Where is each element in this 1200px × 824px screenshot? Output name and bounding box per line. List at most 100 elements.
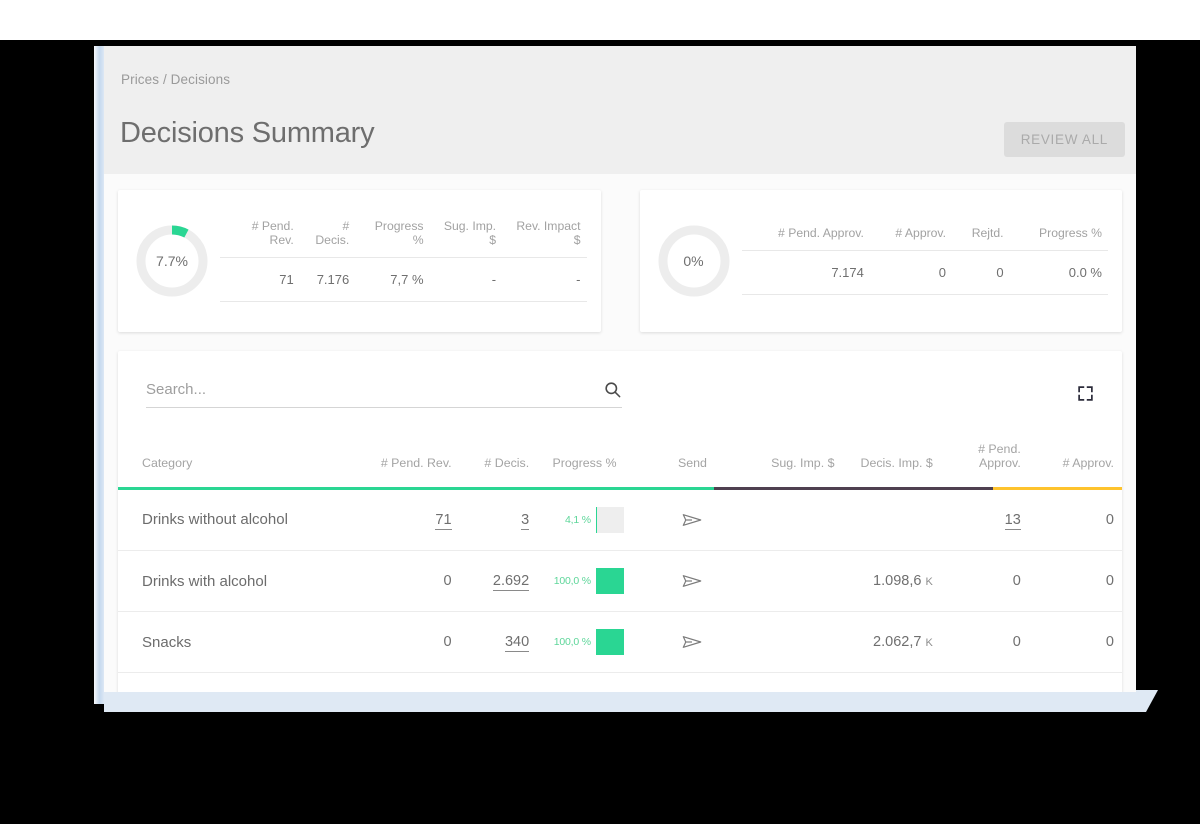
cell-decis: 2.692 — [459, 550, 538, 613]
review-all-button[interactable]: REVIEW ALL — [1003, 122, 1125, 157]
table-row-partial[interactable] — [118, 672, 1122, 692]
breadcrumb[interactable]: Prices / Decisions — [120, 72, 1104, 87]
progress-percent-label: 100,0 % — [553, 636, 591, 649]
panel-bottom-edge — [104, 690, 1158, 712]
col-decis[interactable]: # Decis. — [460, 424, 538, 487]
col-approv[interactable]: # Approv. — [1029, 424, 1122, 487]
cell-pend-rev: 0 — [340, 550, 460, 613]
fullscreen-icon[interactable] — [1071, 379, 1100, 408]
search-icon[interactable] — [603, 380, 622, 399]
cell-pend-approv: 0 — [940, 611, 1029, 674]
unit-label: K — [925, 576, 933, 589]
col-sug-imp: Sug. Imp. $ — [443, 219, 497, 247]
review-donut-label: 7.7% — [156, 253, 188, 269]
numeric-value: 2.062,7 — [873, 634, 922, 651]
col-pend-rev[interactable]: # Pend. Rev. — [341, 424, 460, 487]
col-rejtd: Rejtd. — [971, 226, 1004, 241]
cell-progress: 100,0 % — [537, 550, 646, 613]
value-progress: 7,7 % — [355, 256, 430, 302]
cell-sug-imp — [738, 489, 843, 552]
cell-pend-approv: 13 — [940, 489, 1029, 552]
screenshot-stage: Prices / Decisions Decisions Summary REV… — [0, 0, 1200, 824]
numeric-value: 0 — [1012, 634, 1021, 651]
numeric-link[interactable]: 2.692 — [492, 573, 530, 592]
table-row: 7.174 0 0 0.0 % — [741, 249, 1108, 295]
progress-bar — [595, 568, 624, 595]
review-donut-wrap: 7.7% — [124, 223, 220, 299]
cell-pend-rev: 71 — [340, 489, 460, 552]
approval-donut-wrap: 0% — [646, 223, 742, 299]
col-progress[interactable]: Progress % — [537, 424, 646, 487]
cell-send[interactable] — [645, 489, 739, 552]
page-header: Prices / Decisions Decisions Summary REV… — [104, 46, 1136, 174]
table-header-row: # Pend. Rev. # Decis. Progress % Sug. Im… — [220, 220, 587, 257]
approval-donut-chart: 0% — [656, 223, 732, 299]
col-sug-imp[interactable]: Sug. Imp. $ — [739, 424, 843, 487]
value-pend-rev: 71 — [220, 256, 300, 302]
cell-approv: 0 — [1028, 489, 1122, 552]
send-icon[interactable] — [681, 570, 703, 592]
col-decis-imp[interactable]: Decis. Imp. $ — [842, 424, 940, 487]
cell-progress: 100,0 % — [537, 611, 646, 674]
numeric-link[interactable]: 3 — [521, 511, 530, 530]
decisions-table: Category # Pend. Rev. # Decis. Progress … — [118, 424, 1122, 692]
cell-approv: 0 — [1028, 550, 1122, 613]
app-panel: Prices / Decisions Decisions Summary REV… — [104, 46, 1136, 692]
value-rev-impact: - — [502, 256, 587, 302]
value-decis: 7.176 — [299, 256, 356, 302]
approval-progress-card: 0% # Pend. Approv. # Approv. Rejtd. Prog… — [639, 190, 1122, 332]
col-progress: Progress % — [1039, 226, 1102, 241]
col-pend-rev: # Pend. Rev. — [251, 219, 294, 247]
table-toolbar — [118, 351, 1122, 424]
table-header-row: Category # Pend. Rev. # Decis. Progress … — [118, 424, 1122, 487]
cell-send[interactable] — [645, 550, 739, 613]
col-pend-approv[interactable]: # Pend. Approv. — [941, 424, 1029, 487]
underline-segment-green — [118, 486, 714, 490]
numeric-value: 0 — [1105, 634, 1114, 651]
progress-percent-label: 4,1 % — [564, 513, 591, 526]
table-row[interactable]: Snacks 0 340 100,0 % 2.062,7 K 0 0 — [118, 611, 1122, 674]
table-row: 71 7.176 7,7 % - - — [220, 256, 587, 302]
cell-approv: 0 — [1028, 611, 1122, 674]
table-header-row: # Pend. Approv. # Approv. Rejtd. Progres… — [742, 226, 1109, 250]
col-decis: # Decis. — [315, 219, 350, 247]
numeric-link[interactable]: 340 — [504, 634, 530, 653]
numeric-link[interactable]: 71 — [435, 511, 452, 530]
col-category[interactable]: Category — [118, 424, 341, 487]
col-send[interactable]: Send — [646, 424, 739, 487]
progress-percent-label: 100,0 % — [553, 575, 591, 588]
cell-partial — [118, 672, 1122, 692]
unit-label: K — [925, 637, 933, 650]
value-sug-imp: - — [429, 256, 503, 302]
send-icon[interactable] — [681, 509, 703, 531]
cell-progress: 4,1 % — [537, 489, 646, 552]
col-progress: Progress % — [374, 219, 424, 247]
cell-decis: 340 — [459, 611, 538, 674]
numeric-value: 1.098,6 — [873, 573, 922, 590]
cell-pend-rev: 0 — [340, 611, 460, 674]
cell-decis-imp: 2.062,7 K — [842, 611, 941, 674]
col-approv: # Approv. — [895, 226, 947, 241]
numeric-value: 0 — [443, 573, 452, 590]
value-progress: 0.0 % — [1009, 249, 1108, 295]
white-top-strip — [0, 0, 1200, 40]
numeric-link[interactable]: 13 — [1004, 511, 1021, 530]
cell-sug-imp — [738, 611, 843, 674]
panel-left-edge — [94, 46, 104, 704]
decisions-table-body: Drinks without alcohol 71 3 4,1 % 13 0 Drinks … — [118, 489, 1122, 692]
progress-bar — [595, 506, 624, 533]
underline-segment-yellow — [993, 486, 1122, 490]
approval-donut-label: 0% — [683, 253, 704, 269]
header-underline — [118, 486, 1122, 490]
send-icon[interactable] — [681, 631, 703, 653]
cell-decis: 3 — [459, 489, 538, 552]
table-row[interactable]: Drinks with alcohol 0 2.692 100,0 % 1.098,6 … — [118, 550, 1122, 613]
search-input[interactable] — [146, 380, 603, 398]
search-field[interactable] — [146, 380, 622, 408]
numeric-value: 0 — [1105, 511, 1114, 528]
review-progress-card: 7.7% # Pend. Rev. # Decis. Progress % Su… — [118, 190, 601, 332]
cell-send[interactable] — [645, 611, 739, 674]
table-row[interactable]: Drinks without alcohol 71 3 4,1 % 13 0 — [118, 489, 1122, 552]
header-underline-bar — [118, 486, 1122, 490]
approval-summary-table: # Pend. Approv. # Approv. Rejtd. Progres… — [741, 226, 1109, 295]
